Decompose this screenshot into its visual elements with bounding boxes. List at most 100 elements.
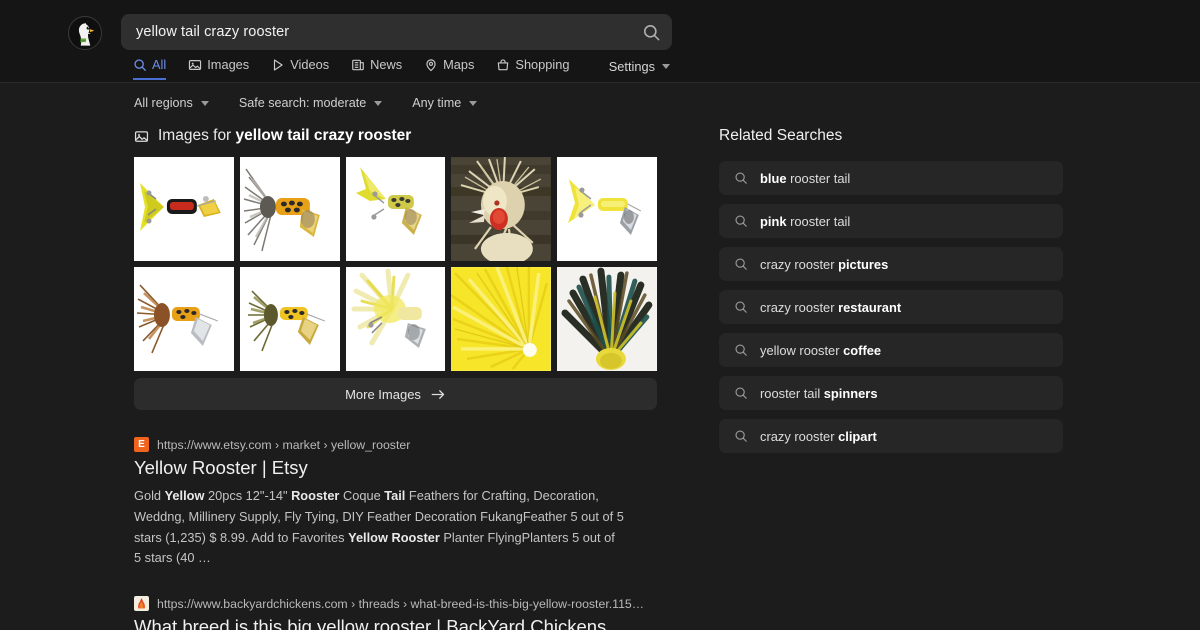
image-thumbnail xyxy=(345,157,446,261)
backyardchickens-favicon xyxy=(134,596,149,611)
tab-all[interactable]: All xyxy=(133,57,167,80)
image-tile[interactable] xyxy=(345,267,446,371)
chevron-down-icon xyxy=(662,64,670,69)
result-url: https://www.etsy.com › market › yellow_r… xyxy=(157,437,411,452)
result-title[interactable]: Yellow Rooster | Etsy xyxy=(134,456,657,479)
filter-safe-search[interactable]: Safe search: moderate xyxy=(238,96,383,110)
chevron-down-icon xyxy=(374,100,383,106)
image-results-grid xyxy=(134,157,657,371)
search-bar[interactable] xyxy=(121,14,672,50)
favicon-letter: E xyxy=(138,439,145,450)
related-search-item[interactable]: crazy rooster pictures xyxy=(719,247,1063,281)
tab-news-label: News xyxy=(370,57,403,72)
tab-images[interactable]: Images xyxy=(188,57,249,80)
tab-videos-label: Videos xyxy=(290,57,330,72)
related-search-item[interactable]: crazy rooster restaurant xyxy=(719,290,1063,324)
image-thumbnail xyxy=(451,267,552,371)
related-search-label: pink rooster tail xyxy=(760,213,851,229)
more-images-button[interactable]: More Images xyxy=(134,378,657,410)
chevron-down-icon xyxy=(200,100,209,106)
image-tile[interactable] xyxy=(134,267,234,371)
image-thumbnail xyxy=(239,267,340,371)
search-result: https://www.backyardchickens.com › threa… xyxy=(134,596,657,630)
search-icon xyxy=(735,430,747,442)
search-icon xyxy=(735,387,747,399)
related-search-item[interactable]: blue rooster tail xyxy=(719,161,1063,195)
related-searches-list: blue rooster tail pink rooster tail craz… xyxy=(719,161,1063,453)
play-icon xyxy=(274,58,283,71)
image-tile[interactable] xyxy=(345,157,446,261)
etsy-favicon: E xyxy=(134,437,149,452)
search-submit-button[interactable] xyxy=(630,14,672,50)
filter-time[interactable]: Any time xyxy=(412,96,478,110)
image-tile[interactable] xyxy=(557,157,657,261)
bag-icon xyxy=(498,58,509,70)
chevron-down-icon xyxy=(469,100,478,106)
search-icon xyxy=(735,172,747,184)
related-search-label: crazy rooster clipart xyxy=(760,428,877,444)
related-search-label: yellow rooster coffee xyxy=(760,342,882,358)
image-tile[interactable] xyxy=(134,157,234,261)
related-searches-panel: Related Searches blue rooster tail pink … xyxy=(719,127,1063,462)
result-url-row[interactable]: E https://www.etsy.com › market › yellow… xyxy=(134,437,657,452)
filter-region-label: All regions xyxy=(134,96,193,110)
duckduckgo-logo[interactable] xyxy=(68,16,102,50)
image-tile[interactable] xyxy=(451,267,552,371)
image-thumbnail xyxy=(451,157,552,261)
tab-images-label: Images xyxy=(207,57,250,72)
images-module-heading: Images for yellow tail crazy rooster xyxy=(134,127,657,145)
search-result: E https://www.etsy.com › market › yellow… xyxy=(134,437,657,569)
tab-shopping-label: Shopping xyxy=(515,57,570,72)
search-icon xyxy=(735,215,747,227)
newspaper-icon xyxy=(352,59,364,70)
image-tile[interactable] xyxy=(239,267,340,371)
image-tile[interactable] xyxy=(557,267,657,371)
search-icon xyxy=(735,301,747,313)
main-results-column: Images for yellow tail crazy rooster Mor… xyxy=(134,127,657,630)
search-input[interactable] xyxy=(121,24,630,40)
related-search-item[interactable]: pink rooster tail xyxy=(719,204,1063,238)
settings-menu-button[interactable]: Settings xyxy=(609,59,670,74)
image-thumbnail xyxy=(557,157,657,261)
related-search-label: crazy rooster pictures xyxy=(760,256,889,272)
result-title[interactable]: What breed is this big yellow rooster | … xyxy=(134,615,657,630)
related-search-item[interactable]: yellow rooster coffee xyxy=(719,333,1063,367)
duckduckgo-duck-logo-icon xyxy=(70,18,101,49)
related-search-label: rooster tail spinners xyxy=(760,385,878,401)
image-thumbnail xyxy=(134,157,234,261)
search-icon xyxy=(643,24,659,40)
tab-news[interactable]: News xyxy=(351,57,402,80)
image-thumbnail xyxy=(239,157,340,261)
chicken-icon xyxy=(138,598,145,609)
related-search-item[interactable]: rooster tail spinners xyxy=(719,376,1063,410)
result-snippet: Gold Yellow 20pcs 12"-14" Rooster Coque … xyxy=(134,488,624,566)
more-images-label: More Images xyxy=(345,386,421,402)
related-search-label: blue rooster tail xyxy=(760,170,851,186)
tab-all-label: All xyxy=(152,57,167,72)
tab-maps-label: Maps xyxy=(443,57,475,72)
tab-shopping[interactable]: Shopping xyxy=(496,57,570,80)
page-header: All Images Videos News xyxy=(0,0,1200,83)
filter-safe-search-label: Safe search: moderate xyxy=(238,96,367,110)
images-heading-prefix: Images for xyxy=(158,127,236,144)
arrow-right-icon xyxy=(431,389,445,399)
settings-label: Settings xyxy=(608,59,655,74)
search-icon xyxy=(735,258,747,270)
pin-icon xyxy=(426,58,436,71)
image-tile[interactable] xyxy=(239,157,340,261)
tab-maps[interactable]: Maps xyxy=(424,57,474,80)
related-search-item[interactable]: crazy rooster clipart xyxy=(719,419,1063,453)
related-search-label: crazy rooster restaurant xyxy=(760,299,902,315)
images-heading-query: yellow tail crazy rooster xyxy=(235,127,412,144)
filter-region[interactable]: All regions xyxy=(134,96,209,110)
search-icon xyxy=(735,344,747,356)
tab-videos[interactable]: Videos xyxy=(271,57,329,80)
filter-time-label: Any time xyxy=(412,96,462,110)
related-searches-title: Related Searches xyxy=(719,127,843,144)
filter-bar: All regions Safe search: moderate Any ti… xyxy=(134,96,478,110)
result-url-row[interactable]: https://www.backyardchickens.com › threa… xyxy=(134,596,657,611)
image-tile[interactable] xyxy=(451,157,552,261)
image-icon xyxy=(134,130,149,142)
results-page: All regions Safe search: moderate Any ti… xyxy=(0,83,1200,630)
image-icon xyxy=(189,59,202,70)
